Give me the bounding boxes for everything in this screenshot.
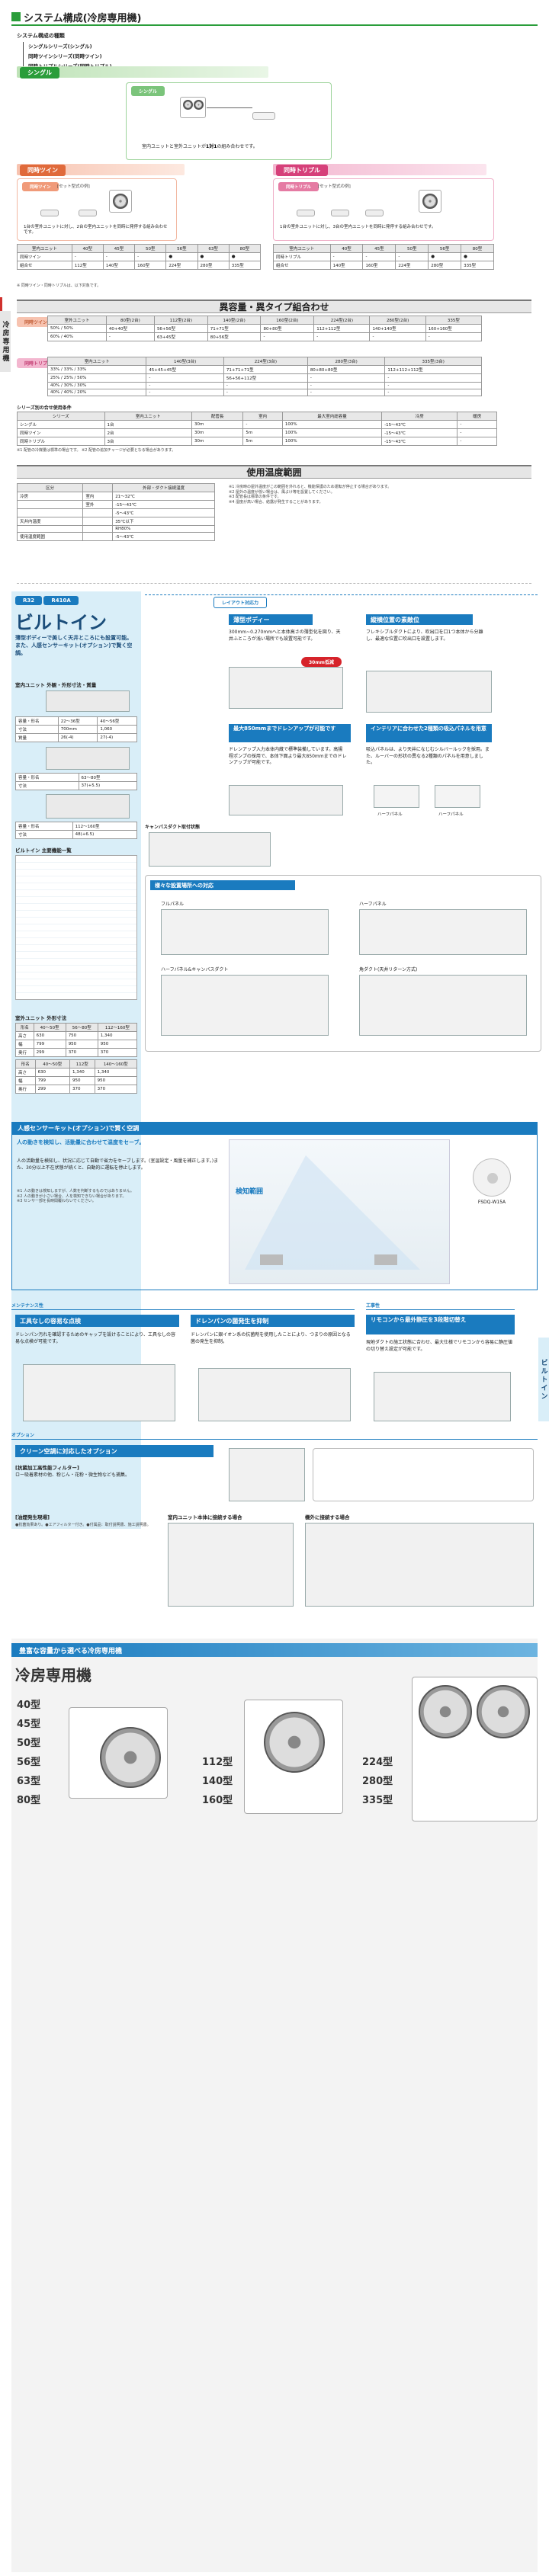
sensor-sub: 人の動きを検知し、活動量に合わせて温度をセーブ。 bbox=[17, 1139, 145, 1145]
option-label-2: 機外に接続する場合 bbox=[305, 1514, 350, 1520]
feature-thin-title: 薄型ボディー bbox=[229, 614, 313, 625]
outdoor-table-2: 形名 40～50型 112型 140～160型 高さ 630 1,340 1,340 幅 79… bbox=[15, 1059, 138, 1094]
dim-table-3: 容量・形名 112～160型 寸法 48(+6.5) bbox=[15, 822, 138, 839]
sensor-title: 人感センサーキット(オプション)で賢く空調 bbox=[11, 1122, 538, 1134]
option-label-1: 室内ユニット本体に接続する場合 bbox=[168, 1514, 242, 1520]
twin-bar: 同時ツイン bbox=[17, 164, 185, 176]
sensor-product: FSDQ-W15A bbox=[458, 1158, 526, 1205]
option-tag: オプション bbox=[11, 1433, 35, 1438]
option-sub: [抗菌加工高性能フィルター] bbox=[15, 1465, 79, 1471]
option-sub2: [油煙発生現場] bbox=[15, 1514, 50, 1520]
single-bar: シングル bbox=[17, 66, 268, 78]
system-type-item: シングルシリーズ(シングル) bbox=[28, 43, 92, 50]
single-caption: 室内ユニットと室外ユニットが1対1の組み合わせです。 bbox=[142, 144, 258, 149]
lineup-title: 冷房専用機 bbox=[15, 1666, 92, 1684]
spec-table bbox=[15, 855, 137, 1000]
dim-table-2: 容量・形名 63～80型 寸法 37(+5.5) bbox=[15, 773, 137, 790]
page-title: システム構成(冷房専用機) bbox=[24, 12, 142, 24]
outdoor-table: 形名 40～50型 56～80型 112～160型 高さ 630 750 1,340 幅 79… bbox=[15, 1023, 138, 1057]
maint-body-3: 現地ダクトの施工状態に合わせ、最大仕様でリモコンから容易に静圧値の切り替え設定が… bbox=[366, 1340, 513, 1352]
outdoor-large-image bbox=[412, 1677, 538, 1821]
option-title: クリーン空調に対応したオプション bbox=[15, 1445, 214, 1457]
twin-tag: 同時ツイン bbox=[20, 165, 66, 176]
outdoor-small-image bbox=[69, 1707, 168, 1799]
triple-diagram: 同時トリプル [セット型式の例] 1台の室外ユニットに対し、3台の室内ユニットを… bbox=[273, 178, 494, 241]
badge-r32: R32 bbox=[15, 596, 43, 605]
series-title: シリーズ別の合せ使用条件 bbox=[17, 405, 72, 411]
badge-r410a: R410A bbox=[43, 596, 79, 605]
feature-panel-title: インテリアに合わせた2種類の吸込パネルを用意 bbox=[366, 724, 492, 742]
single-diagram: シングル 室内ユニットと室外ユニットが1対1の組み合わせです。 bbox=[126, 82, 332, 160]
triple-table: 室内ユニット 40型 45型 50型 56型 80型 同時トリプル - - - ● ● 組合せ 140… bbox=[273, 244, 494, 270]
various-box: 様々な設置場所への対応 フルパネル ハーフパネル ハーフパネル&キャンバスダクト… bbox=[145, 875, 541, 1052]
builtin-title: ビルトイン bbox=[15, 612, 107, 633]
maint-title-2: ドレンパンの菌発生を抑制 bbox=[191, 1315, 355, 1327]
system-type-item: 同時ツインシリーズ(同時ツイン) bbox=[28, 53, 102, 59]
feature-free-text: フレキシブルダクトにより、吹出口を口1つ本体から分離し、最適な位置に吹出口を設置… bbox=[366, 630, 483, 642]
various-title: 様々な設置場所への対応 bbox=[150, 880, 295, 890]
twin-note: ※ 同時ツイン・同時トリプルは、以下対象です。 bbox=[17, 284, 101, 288]
outdoor-unit-image bbox=[180, 97, 206, 118]
system-types-title: システム構成の種類 bbox=[17, 33, 65, 39]
feature-thin-text: 300mm~0.270mmへと本体高さの薄型化を図り、天井ふところが浅い場所でも… bbox=[229, 630, 341, 642]
lineup-large-list: 224型 280型 335型 bbox=[362, 1757, 393, 1806]
builtin-subtitle: 薄型ボディーで美しく天井ところにも設置可能。また、人感センサーキット(オプション… bbox=[15, 635, 133, 657]
feature-free-title: 縦横位置の素敵位 bbox=[366, 614, 473, 625]
side-tab-left: 冷房専用機 bbox=[0, 311, 11, 372]
mixed-section-title: 異容量・異タイプ組合わせ bbox=[17, 300, 531, 313]
series-table: シリーズ 室内ユニット 配管長 室内 最大室内総容量 冷房 暖房 シングル 1台 30m -100… bbox=[17, 412, 497, 446]
feature-drain-text: ドレンアップ入力本体内蔵で標準装備しています。高揚程ポンプの採用で、本体下面より… bbox=[229, 747, 347, 766]
indoor-unit-image bbox=[252, 112, 275, 120]
lineup-mid-list: 112型 140型 160型 bbox=[202, 1757, 233, 1806]
dim-table-1: 容量・形名 22～36型 40～56型 寸法 700mm 1,060 質量 26(-4) 2… bbox=[15, 716, 137, 742]
temp-section-title: 使用温度範囲 bbox=[17, 465, 531, 479]
maint-tag: メンテナンス性 bbox=[11, 1303, 43, 1309]
header-square-icon bbox=[11, 12, 21, 21]
twin-table: 室内ユニット 40型 45型 50型 56型 63型 80型 同時ツイン - - - ● ● ● 組合せ… bbox=[17, 244, 262, 270]
single-tag: シングル bbox=[20, 67, 59, 78]
side-tab-right: ビルトイン bbox=[538, 1338, 549, 1421]
page-header: システム構成(冷房専用機) bbox=[11, 9, 538, 26]
feature-panel-text: 吸込パネルは、より天井になじむシルバールックを採用。また、ルーバーの形状の異なる… bbox=[366, 747, 490, 766]
single-tag2: シングル bbox=[131, 86, 165, 96]
sensor-text: 人の活動量を検知し、状況に応じて自動で省力をセーブします。(室温設定・風量を補正… bbox=[17, 1158, 219, 1171]
twin-diagram: 同時ツイン [セット型式の例] 1台の室外ユニットに対し、2台の室内ユニットを同… bbox=[17, 178, 177, 241]
outdoor-mid-image bbox=[244, 1700, 343, 1814]
triple-bar: 同時トリプル bbox=[273, 164, 486, 176]
lineup-small-list: 40型 45型 50型 56型 63型 80型 bbox=[17, 1700, 41, 1806]
triple-tag: 同時トリプル bbox=[276, 165, 328, 176]
unit-dim-title: 室内ユニット 外観・外形寸法・質量 bbox=[15, 682, 97, 688]
outdoor-title: 室外ユニット 外形寸法 bbox=[15, 1015, 67, 1021]
maint-body-1: ドレンパン汚れを確認するためのキャップを設けることにより、工具なしの容易な点検が… bbox=[15, 1332, 175, 1344]
option-cert-box bbox=[313, 1448, 534, 1501]
feature-drain-title: 最大850mmまでドレンアップが可能です bbox=[229, 724, 351, 742]
maint-body-2: ドレンパンに銀イオン系の抗菌剤を使用したことにより、つまりの原因となる菌の発生を… bbox=[191, 1332, 351, 1344]
canvas-title: キャンバスダクト取付状態 bbox=[145, 825, 201, 830]
mixed-twin-table: 室外ユニット 80型(2台) 112型(2台) 140型(2台) 160型(2台) 224… bbox=[47, 316, 483, 341]
lineup-banner: 豊富な容量から選べる冷房専用機 bbox=[11, 1643, 538, 1657]
maint-title-3: リモコンから最外静圧を3段階切替え bbox=[366, 1315, 515, 1334]
twin-caption: 1台の室外ユニットに対し、2台の室内ユニットを同時に発停する組み合わせです。 bbox=[24, 225, 168, 235]
sensor-room-image: 検知範囲 bbox=[229, 1139, 450, 1284]
spec-title: ビルトイン 主要機能一覧 bbox=[15, 847, 72, 854]
thin-badge: 30mm低減 bbox=[301, 657, 342, 667]
layout-badge: レイアウト対応力 bbox=[214, 597, 268, 608]
triple-caption: 1台の室外ユニットに対し、3台の室内ユニットを同時に発停する組み合わせです。 bbox=[280, 225, 436, 229]
maint-tag2: 工事性 bbox=[366, 1303, 380, 1309]
maint-title-1: 工具なしの容易な点検 bbox=[15, 1315, 179, 1327]
mixed-triple-table: 室内ユニット 140型(3台) 224型(3台) 280型(3台) 335型(3台) 3… bbox=[47, 357, 482, 396]
temp-table: 区分 外部・ダクト接続温度 冷房 室内 21～32℃ 室外 -15～43℃ -5～43℃… bbox=[16, 483, 215, 541]
option-text: ロー吸着素材の他、粉じん・花粉・微生物なども捕集。 bbox=[15, 1472, 130, 1478]
